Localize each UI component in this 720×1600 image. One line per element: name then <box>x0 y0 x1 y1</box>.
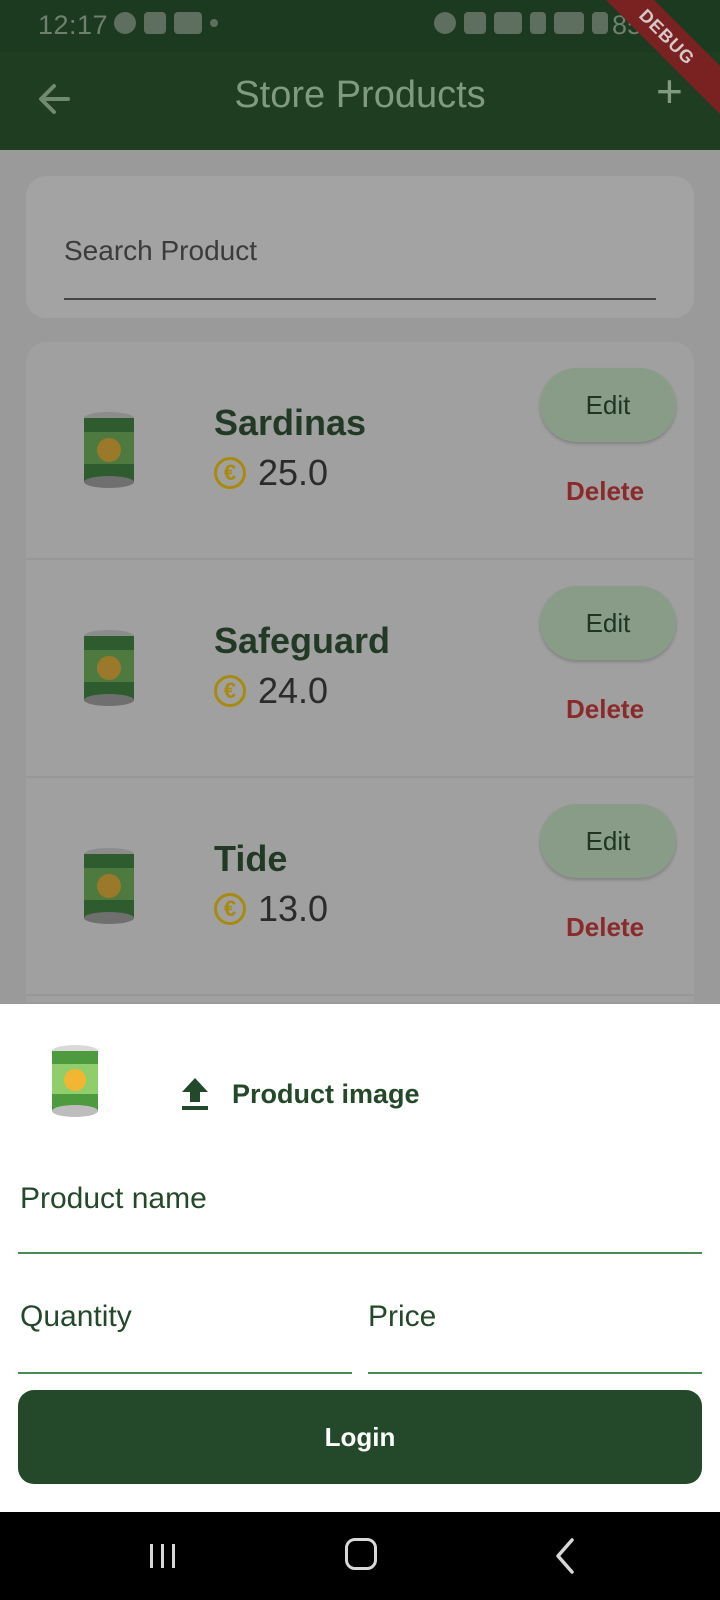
wifi-icon <box>494 12 522 34</box>
product-price: € 25.0 <box>214 452 328 494</box>
upload-image-button[interactable]: Product image <box>178 1076 420 1112</box>
app-bar: Store Products + <box>0 52 720 150</box>
product-list: Sardinas € 25.0 Edit Delete Safeguard € … <box>26 342 694 1002</box>
search-input[interactable] <box>64 226 656 276</box>
messenger-icon <box>114 12 136 34</box>
euro-coin-icon: € <box>214 675 246 707</box>
youtube-icon <box>174 12 202 34</box>
signal-icon <box>530 12 546 34</box>
price-value: 25.0 <box>258 452 329 493</box>
product-thumbnail-icon <box>84 630 134 706</box>
upload-label: Product image <box>232 1078 420 1109</box>
product-name-underline <box>18 1252 702 1254</box>
notification-icons <box>114 12 218 34</box>
euro-coin-icon: € <box>214 457 246 489</box>
price-value: 24.0 <box>258 670 329 711</box>
product-name: Safeguard <box>214 620 391 661</box>
signal-2-icon <box>592 12 608 34</box>
product-thumbnail-icon <box>84 848 134 924</box>
add-icon[interactable]: + <box>656 68 683 114</box>
product-row: Safeguard € 24.0 Edit Delete <box>26 560 694 778</box>
price-field[interactable]: Price <box>368 1300 436 1334</box>
system-icons <box>434 12 608 34</box>
quantity-field[interactable]: Quantity <box>20 1300 132 1334</box>
gallery-icon <box>144 12 166 34</box>
product-thumbnail-icon <box>84 412 134 488</box>
product-price: € 13.0 <box>214 888 328 930</box>
product-image-preview-icon[interactable] <box>50 1044 100 1118</box>
edit-button[interactable]: Edit <box>540 804 676 878</box>
mute-icon <box>464 12 486 34</box>
edit-button[interactable]: Edit <box>540 586 676 660</box>
edit-button[interactable]: Edit <box>540 368 676 442</box>
alarm-icon <box>434 12 456 34</box>
product-row: Tide € 13.0 Edit Delete <box>26 778 694 996</box>
delete-button[interactable]: Delete <box>566 912 644 943</box>
product-name-field[interactable]: Product name <box>20 1182 207 1216</box>
search-underline <box>64 298 656 300</box>
status-bar: 12:17 85% <box>0 0 720 52</box>
recent-apps-icon[interactable] <box>148 1542 178 1570</box>
status-time: 12:17 <box>38 10 109 40</box>
upload-icon <box>182 1078 208 1110</box>
product-name: Sardinas <box>214 402 367 443</box>
search-card <box>26 176 694 318</box>
price-value: 13.0 <box>258 888 329 929</box>
system-nav-bar <box>0 1512 720 1600</box>
product-row: Sardinas € 25.0 Edit Delete <box>26 342 694 560</box>
login-button[interactable]: Login <box>18 1390 702 1484</box>
quantity-underline <box>18 1372 352 1374</box>
delete-button[interactable]: Delete <box>566 476 644 507</box>
home-icon[interactable] <box>345 1538 377 1570</box>
product-name: Tide <box>214 838 288 879</box>
more-notifications-icon <box>210 19 218 27</box>
add-product-sheet: Product image Product name Quantity Pric… <box>0 1004 720 1512</box>
nav-back-icon[interactable] <box>552 1536 578 1576</box>
delete-button[interactable]: Delete <box>566 694 644 725</box>
product-price: € 24.0 <box>214 670 328 712</box>
page-title: Store Products <box>234 74 486 116</box>
euro-coin-icon: € <box>214 893 246 925</box>
price-underline <box>368 1372 702 1374</box>
volte-icon <box>554 12 584 34</box>
